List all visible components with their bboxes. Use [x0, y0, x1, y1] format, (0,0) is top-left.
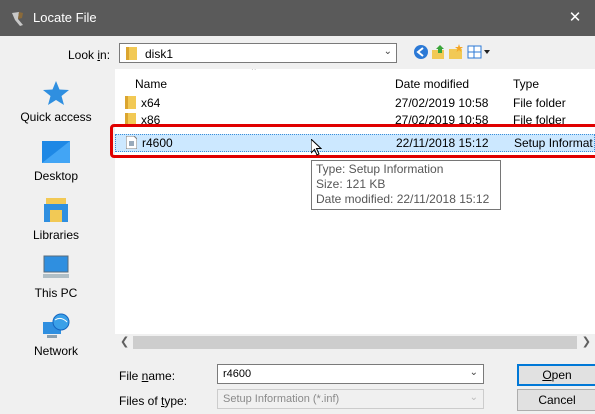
chevron-down-icon: ⌄ — [383, 46, 392, 57]
file-date: 27/02/2019 10:58 — [395, 96, 489, 110]
up-folder-icon[interactable] — [431, 44, 447, 60]
column-header-date[interactable]: Date modified — [395, 77, 469, 91]
back-icon[interactable] — [413, 44, 429, 60]
scroll-left-icon[interactable]: ❮ — [120, 335, 129, 348]
title-bar: Locate File ✕ — [0, 0, 595, 36]
place-quick-access[interactable]: Quick access — [6, 80, 106, 124]
file-type-dropdown[interactable]: Setup Information (*.inf) ⌄ — [217, 389, 484, 409]
chevron-down-icon: ⌄ — [469, 392, 478, 403]
open-button[interactable]: Open — [517, 364, 595, 386]
file-row[interactable]: x64 27/02/2019 10:58 File folder — [115, 95, 595, 112]
look-in-dropdown[interactable]: disk1 ⌄ — [119, 43, 397, 63]
place-libraries[interactable]: Libraries — [6, 196, 106, 242]
scrollbar-thumb[interactable] — [133, 336, 577, 349]
folder-icon — [126, 47, 137, 60]
view-menu-icon[interactable] — [467, 44, 491, 60]
desktop-icon — [42, 141, 70, 163]
cancel-button[interactable]: Cancel — [517, 389, 595, 411]
file-tooltip: Type: Setup Information Size: 121 KB Dat… — [311, 160, 501, 210]
file-type: File folder — [513, 96, 566, 110]
look-in-label: Look in: — [68, 48, 111, 62]
place-label: This PC — [34, 286, 78, 300]
chevron-down-icon[interactable]: ⌄ — [470, 367, 478, 378]
scroll-right-icon[interactable]: ❯ — [582, 335, 591, 348]
computer-icon — [43, 255, 69, 278]
window-title: Locate File — [33, 10, 97, 25]
libraries-icon — [44, 198, 68, 222]
folder-icon — [125, 96, 136, 109]
look-in-value: disk1 — [145, 47, 174, 61]
file-name: x64 — [141, 96, 161, 110]
sort-ascending-icon: ⌃ — [250, 69, 258, 76]
star-icon — [43, 81, 69, 105]
place-label: Desktop — [33, 169, 79, 183]
close-button[interactable]: ✕ — [555, 0, 595, 36]
tooltip-size: Size: 121 KB — [316, 177, 386, 191]
new-folder-icon[interactable] — [448, 44, 464, 60]
tooltip-type: Type: Setup Information — [316, 162, 444, 176]
app-icon — [12, 12, 23, 26]
file-name-label: File name: — [119, 369, 176, 383]
place-label: Quick access — [20, 110, 92, 124]
tooltip-date: Date modified: 22/11/2018 15:12 — [316, 192, 490, 206]
highlight-annotation — [110, 124, 595, 158]
horizontal-scrollbar[interactable]: ❮ ❯ — [115, 334, 595, 351]
file-name-input[interactable]: r4600 ⌄ — [217, 364, 484, 384]
place-desktop[interactable]: Desktop — [6, 139, 106, 183]
place-label: Network — [33, 344, 78, 358]
place-this-pc[interactable]: This PC — [6, 254, 106, 300]
file-type-value: Setup Information (*.inf) — [223, 393, 340, 405]
file-type-label: Files of type: — [119, 394, 188, 408]
column-header-name[interactable]: Name — [135, 77, 167, 91]
cursor-icon — [311, 139, 322, 156]
column-header-type[interactable]: Type — [513, 77, 539, 91]
network-icon — [43, 313, 70, 338]
place-label: Libraries — [32, 228, 80, 242]
file-list[interactable]: Name ⌃ Date modified Type x64 27/02/2019… — [115, 69, 595, 351]
file-name-value: r4600 — [223, 368, 252, 380]
place-network[interactable]: Network — [6, 312, 106, 358]
places-bar: Quick access Desktop Libraries This PC N… — [6, 68, 106, 368]
